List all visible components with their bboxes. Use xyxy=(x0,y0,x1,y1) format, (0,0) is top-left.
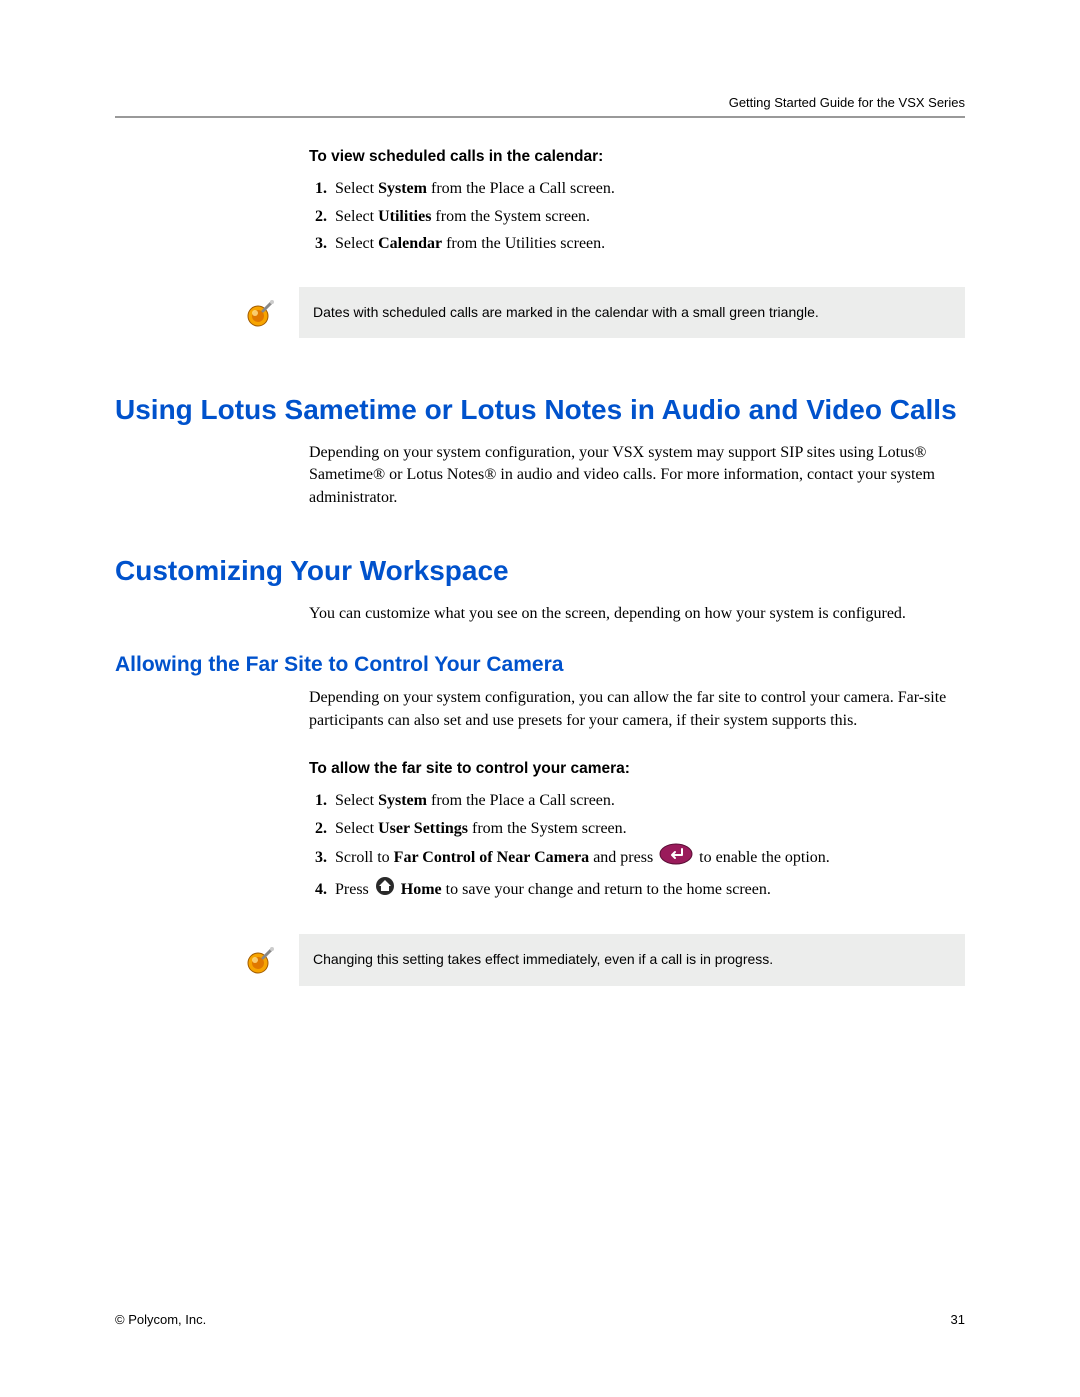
note-icon-wrap xyxy=(245,934,299,981)
step-item: Select Calendar from the Utilities scree… xyxy=(331,231,965,257)
page-footer: © Polycom, Inc. 31 xyxy=(115,1312,965,1327)
step-item: Select User Settings from the System scr… xyxy=(331,816,965,842)
pushpin-icon xyxy=(245,946,275,976)
step-item: Select Utilities from the System screen. xyxy=(331,204,965,230)
procedure-block-1: To view scheduled calls in the calendar:… xyxy=(309,148,965,257)
body-paragraph: Depending on your system configuration, … xyxy=(309,442,965,509)
footer-page-number: 31 xyxy=(951,1312,965,1327)
note-text: Dates with scheduled calls are marked in… xyxy=(299,287,965,339)
step-list: Select System from the Place a Call scre… xyxy=(309,788,965,904)
body-paragraph: You can customize what you see on the sc… xyxy=(309,603,965,625)
step-item: Select System from the Place a Call scre… xyxy=(331,788,965,814)
procedure-heading: To view scheduled calls in the calendar: xyxy=(309,148,965,166)
header-rule xyxy=(115,116,965,118)
step-list: Select System from the Place a Call scre… xyxy=(309,176,965,257)
body-block: Depending on your system configuration, … xyxy=(309,442,965,509)
home-button-icon xyxy=(375,876,395,905)
body-block: You can customize what you see on the sc… xyxy=(309,603,965,625)
running-header: Getting Started Guide for the VSX Series xyxy=(115,95,965,110)
step-item: Scroll to Far Control of Near Camera and… xyxy=(331,843,965,874)
step-item: Press Home to save your change and retur… xyxy=(331,876,965,905)
enter-button-icon xyxy=(659,843,693,874)
note-block: Dates with scheduled calls are marked in… xyxy=(245,287,965,339)
heading-level-2: Allowing the Far Site to Control Your Ca… xyxy=(115,653,965,677)
step-item: Select System from the Place a Call scre… xyxy=(331,176,965,202)
page: Getting Started Guide for the VSX Series… xyxy=(0,0,1080,1397)
pushpin-icon xyxy=(245,299,275,329)
note-icon-wrap xyxy=(245,287,299,334)
note-block: Changing this setting takes effect immed… xyxy=(245,934,965,986)
body-block: Depending on your system configuration, … xyxy=(309,687,965,904)
heading-level-1: Using Lotus Sametime or Lotus Notes in A… xyxy=(115,393,965,427)
heading-level-1: Customizing Your Workspace xyxy=(115,554,965,588)
note-text: Changing this setting takes effect immed… xyxy=(299,934,965,986)
body-paragraph: Depending on your system configuration, … xyxy=(309,687,965,732)
procedure-heading: To allow the far site to control your ca… xyxy=(309,760,965,778)
footer-copyright: © Polycom, Inc. xyxy=(115,1312,206,1327)
